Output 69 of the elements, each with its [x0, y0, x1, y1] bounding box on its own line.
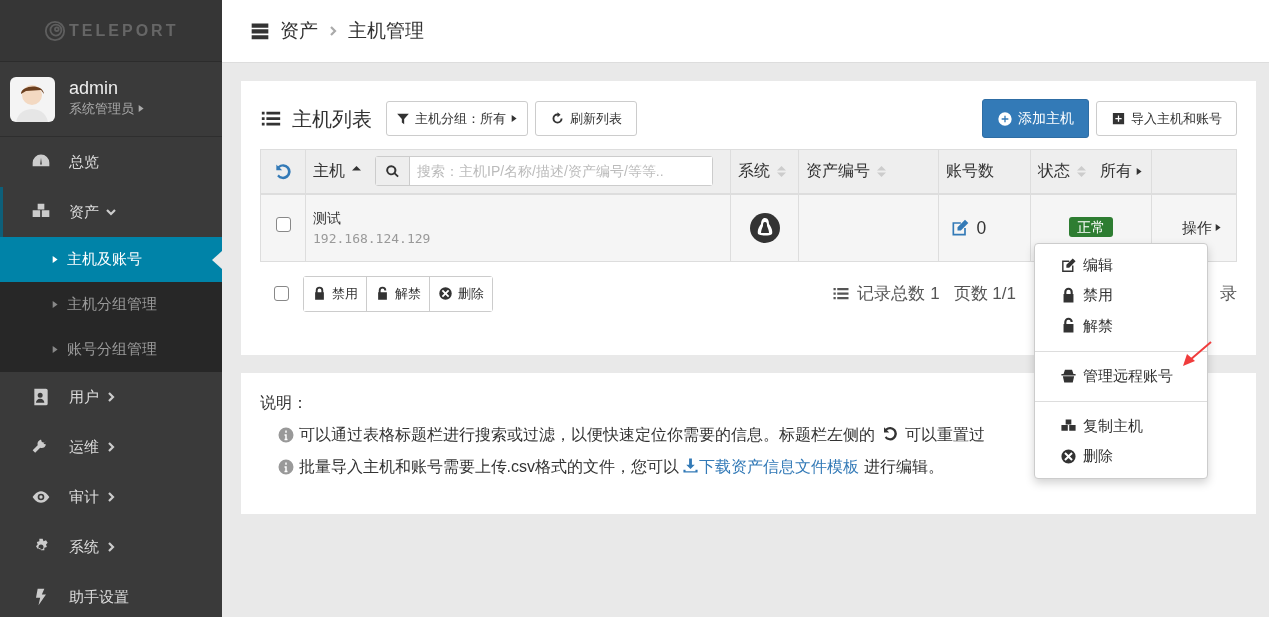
refresh-button[interactable]: 刷新列表	[535, 100, 637, 137]
select-all-checkbox[interactable]	[274, 286, 289, 302]
breadcrumb-item: 主机管理	[348, 18, 424, 43]
info-icon	[277, 425, 295, 444]
panel-title: 主机列表	[292, 106, 372, 132]
edit-icon	[1060, 256, 1077, 274]
avatar[interactable]	[10, 76, 55, 122]
refresh-icon	[550, 111, 565, 126]
sidebar-subitem[interactable]: 主机分组管理	[0, 282, 222, 327]
filter-icon	[396, 111, 410, 126]
download-icon	[682, 456, 700, 474]
user-role[interactable]: 系统管理员	[69, 99, 134, 119]
sidebar-item[interactable]: 助手设置	[0, 572, 222, 617]
sidebar-item[interactable]: 用户	[0, 372, 222, 422]
note-text: 可以通过表格标题栏进行搜索或过滤，以便快速定位你需要的信息。标题栏左侧的 可以重置过	[298, 423, 985, 445]
chevron-right-icon	[328, 26, 338, 36]
menu-item[interactable]: 解禁	[1035, 310, 1207, 341]
contact-card-icon	[31, 387, 51, 407]
caret-icon	[52, 255, 59, 264]
column-header: 状态	[1038, 161, 1070, 182]
search-field[interactable]: 搜索：主机IP/名称/描述/资产编号/等等..	[375, 156, 713, 187]
account-count: 0	[976, 216, 987, 240]
reset-icon[interactable]	[273, 162, 293, 182]
download-link[interactable]: 下载资产信息文件模板	[682, 457, 860, 475]
menu-item[interactable]: 编辑	[1035, 250, 1207, 281]
server-icon	[250, 21, 270, 41]
pager-text: 录	[1220, 283, 1237, 305]
record-total: 记录总数 1	[857, 283, 940, 305]
sidebar-subitem[interactable]: 主机及账号	[0, 237, 222, 282]
bulk-action-button[interactable]: 删除	[429, 277, 492, 311]
import-button[interactable]: 导入主机和账号	[1096, 100, 1237, 137]
column-header: 主机	[313, 161, 345, 182]
search-icon	[385, 163, 400, 179]
sidebar-subitem[interactable]: 账号分组管理	[0, 327, 222, 372]
breadcrumb-item[interactable]: 资产	[280, 16, 318, 46]
annotation-arrow	[1182, 341, 1212, 367]
column-header: 系统	[738, 161, 770, 182]
menu-item[interactable]: 删除	[1035, 441, 1207, 472]
info-icon	[277, 457, 295, 476]
sidebar-item[interactable]: 审计	[0, 472, 222, 522]
column-header: 资产编号	[806, 161, 870, 182]
host-name: 测试	[313, 208, 342, 228]
sidebar-item[interactable]: 总览	[0, 137, 222, 187]
caret-icon	[52, 300, 59, 309]
status-badge: 正常	[1069, 217, 1113, 238]
row-checkbox[interactable]	[275, 217, 291, 233]
unlock-icon	[375, 286, 390, 302]
status-filter[interactable]: 所有	[1100, 159, 1143, 184]
action-button[interactable]: 操作	[1181, 216, 1222, 239]
caret-icon	[511, 114, 518, 123]
menu-item[interactable]: 禁用	[1035, 280, 1207, 311]
page-count: 页数 1/1	[953, 283, 1016, 305]
caret-icon	[1135, 166, 1143, 176]
logo-icon	[43, 19, 66, 42]
group-filter-button[interactable]: 主机分组：所有	[386, 100, 528, 137]
sidebar-item[interactable]: 运维	[0, 422, 222, 472]
lock-icon	[312, 286, 327, 302]
menu-item[interactable]: 复制主机	[1035, 411, 1207, 442]
add-host-button[interactable]: 添加主机	[982, 99, 1089, 138]
column-header: 账号数	[946, 161, 994, 182]
user-name: admin	[69, 79, 120, 100]
sidebar-item[interactable]: 系统	[0, 522, 222, 572]
notes-title: 说明：	[260, 392, 309, 413]
caret-icon	[1215, 223, 1222, 233]
caret-icon	[137, 104, 145, 114]
host-ip: 192.168.124.129	[313, 229, 432, 248]
note-text: 批量导入主机和账号需要上传.csv格式的文件，您可以 下载资产信息文件模板 进行编辑。	[298, 455, 944, 477]
menu-item[interactable]: 管理远程账号	[1035, 360, 1207, 391]
caret-icon	[52, 345, 59, 354]
